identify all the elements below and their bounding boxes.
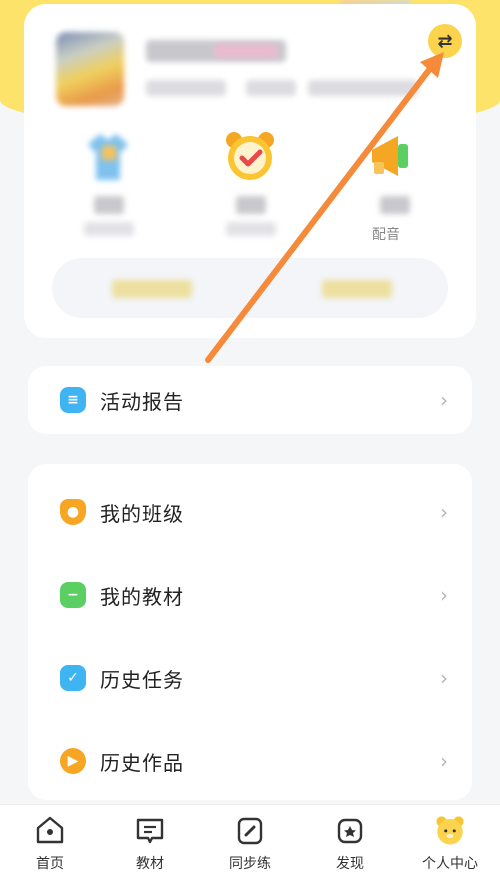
chevron-right-icon: › — [440, 583, 448, 607]
pencil-icon — [233, 813, 267, 847]
book-icon — [133, 813, 167, 847]
report-icon: ≡ — [60, 387, 86, 413]
user-info-redacted — [246, 80, 296, 96]
menu-item-label: 活动报告 — [100, 389, 184, 414]
tab-sync-practice[interactable]: 同步练 — [200, 805, 300, 886]
discover-icon — [333, 813, 367, 847]
menu-item-my-textbook[interactable]: − 我的教材 › — [28, 561, 472, 629]
stat-label-redacted — [226, 222, 276, 236]
stat-item[interactable] — [54, 124, 164, 254]
bear-icon — [433, 813, 467, 847]
stat-label-redacted — [84, 222, 134, 236]
tab-label: 个人中心 — [422, 856, 478, 872]
stat-value-redacted — [380, 196, 410, 214]
stat-item[interactable]: 配音 — [340, 124, 450, 254]
switch-account-button[interactable]: ⇄ — [428, 24, 462, 58]
megaphone-icon — [362, 124, 426, 188]
bottom-tab-bar: 首页 教材 同步练 发现 个人中心 — [0, 804, 500, 886]
menu-item-activity-report[interactable]: ≡ 活动报告 › — [28, 366, 472, 434]
works-play-icon: ▶ — [60, 748, 86, 774]
menu-item-history-tasks[interactable]: ✓ 历史任务 › — [28, 644, 472, 712]
stat-label-partial: 配音 — [372, 227, 400, 243]
profile-card: ⇄ 配音 — [24, 4, 476, 338]
menu-item-label: 历史任务 — [100, 667, 184, 692]
chevron-right-icon: › — [440, 500, 448, 524]
switch-arrows-icon: ⇄ — [437, 30, 453, 52]
shirt-icon — [76, 124, 140, 188]
textbook-icon: − — [60, 582, 86, 608]
chevron-right-icon: › — [440, 388, 448, 412]
tab-textbook[interactable]: 教材 — [100, 805, 200, 886]
menu-item-label: 历史作品 — [100, 750, 184, 775]
sub-info-redacted — [112, 280, 192, 298]
tab-label: 教材 — [136, 856, 164, 872]
tab-home[interactable]: 首页 — [0, 805, 100, 886]
home-icon — [33, 813, 67, 847]
class-shield-icon: ● — [60, 499, 86, 525]
menu-item-label: 我的教材 — [100, 584, 184, 609]
user-info-redacted — [308, 80, 418, 96]
chevron-right-icon: › — [440, 749, 448, 773]
tab-discover[interactable]: 发现 — [300, 805, 400, 886]
tab-profile[interactable]: 个人中心 — [400, 805, 500, 886]
stat-item[interactable] — [196, 124, 306, 254]
stat-value-redacted — [94, 196, 124, 214]
user-tag-redacted — [214, 44, 278, 58]
tab-label: 首页 — [36, 856, 64, 872]
user-info-redacted — [146, 80, 226, 96]
sub-info-redacted — [322, 280, 392, 298]
sub-info-bar[interactable] — [52, 258, 448, 318]
menu-item-my-class[interactable]: ● 我的班级 › — [28, 478, 472, 546]
menu-card-main: ● 我的班级 › − 我的教材 › ✓ 历史任务 › ▶ 历史作品 › — [28, 464, 472, 800]
stat-value-redacted — [236, 196, 266, 214]
menu-item-history-works[interactable]: ▶ 历史作品 › — [28, 727, 472, 795]
tab-label: 发现 — [336, 856, 364, 872]
menu-item-label: 我的班级 — [100, 501, 184, 526]
task-icon: ✓ — [60, 665, 86, 691]
menu-card-top: ≡ 活动报告 › — [28, 366, 472, 434]
avatar[interactable] — [56, 32, 124, 106]
chevron-right-icon: › — [440, 666, 448, 690]
tab-label: 同步练 — [229, 856, 271, 872]
alarm-clock-icon — [218, 124, 282, 188]
